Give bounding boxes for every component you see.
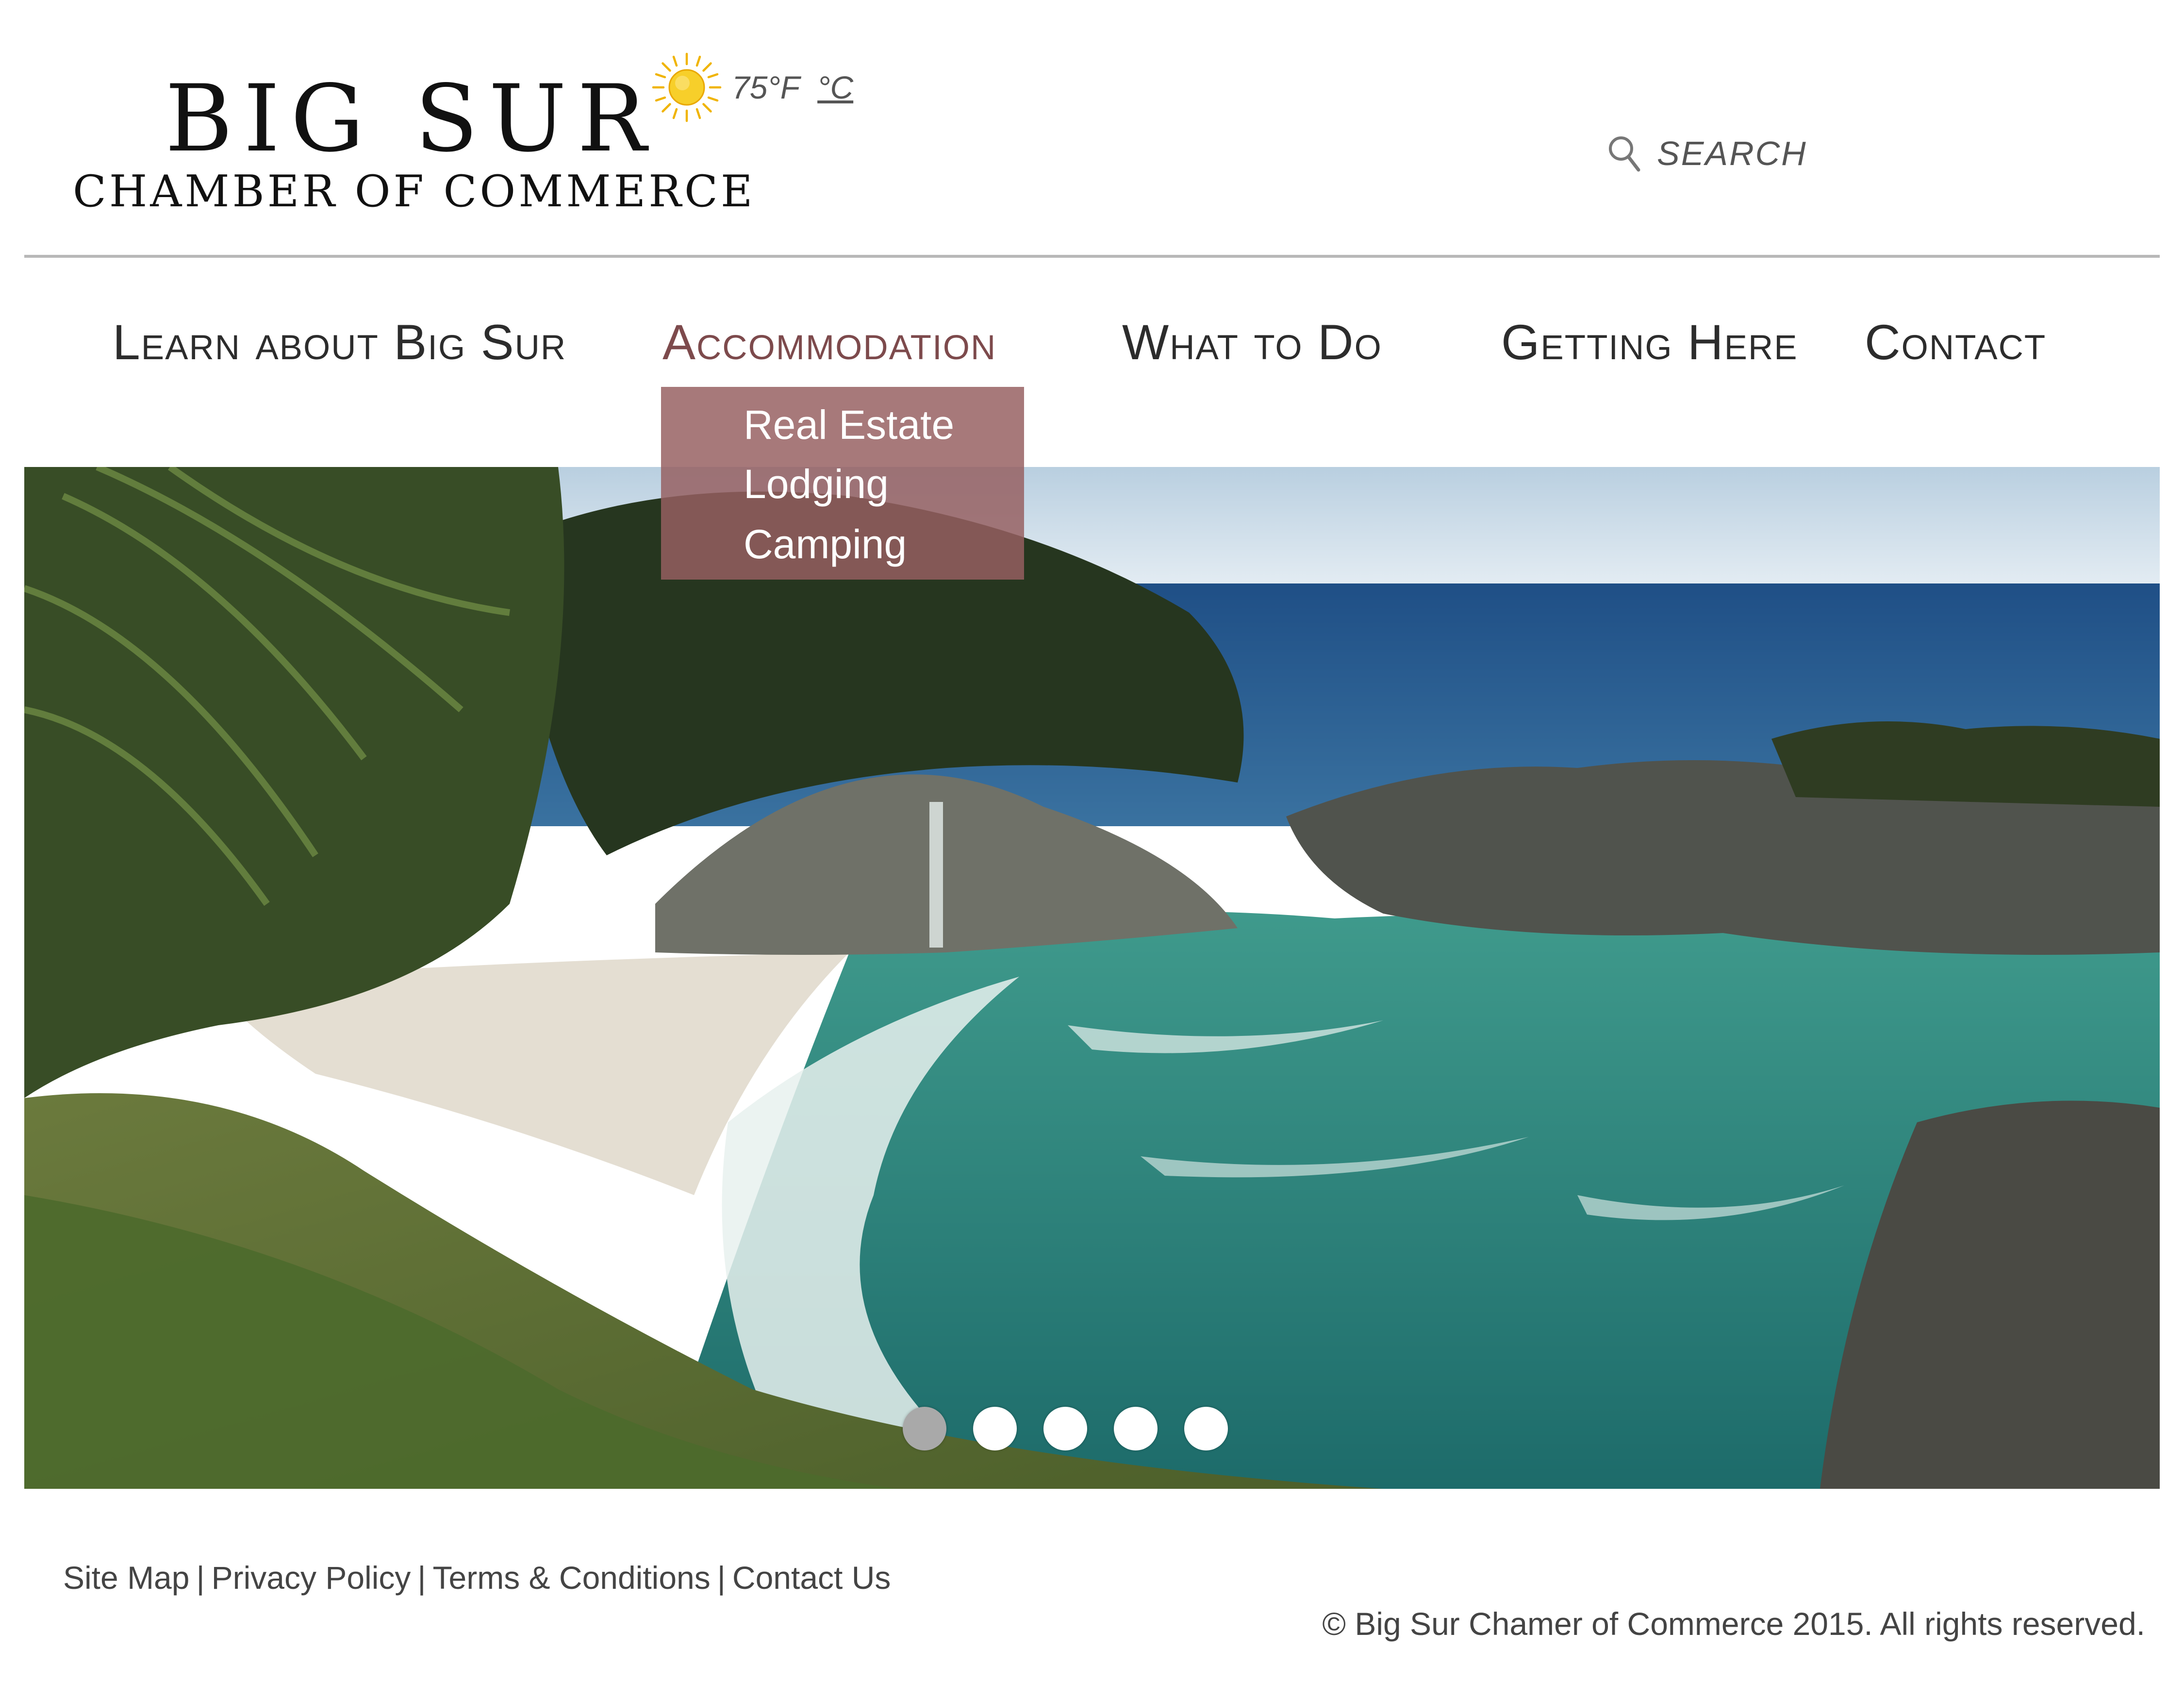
nav-contact[interactable]: Contact (1865, 311, 2046, 374)
celsius-toggle-link[interactable]: °C (817, 69, 853, 106)
footer-separator: | (717, 1560, 726, 1596)
nav-what-to-do[interactable]: What to Do (1122, 311, 1382, 374)
slide-dot-1[interactable] (903, 1406, 946, 1450)
slide-dot-2[interactable] (973, 1406, 1017, 1450)
slide-dot-4[interactable] (1114, 1406, 1158, 1450)
footer-separator: | (417, 1560, 426, 1596)
logo-title: BIG SUR (165, 65, 658, 172)
header-divider (24, 255, 2160, 258)
coastline-photo (24, 467, 2160, 1489)
dropdown-item-real-estate[interactable]: Real Estate (744, 400, 954, 449)
slideshow-pagination (903, 1405, 1255, 1451)
weather-widget: 75°F °C (650, 49, 853, 126)
slide-dot-3[interactable] (1043, 1406, 1087, 1450)
footer-link-contact-us[interactable]: Contact Us (732, 1560, 891, 1596)
copyright-notice: © Big Sur Chamer of Commerce 2015. All r… (1322, 1606, 2145, 1642)
dropdown-item-lodging[interactable]: Lodging (744, 460, 889, 508)
nav-accommodation[interactable]: Accommodation (662, 311, 996, 374)
footer-link-privacy-policy[interactable]: Privacy Policy (212, 1560, 411, 1596)
search-icon[interactable] (1606, 134, 1641, 173)
footer-separator: | (196, 1560, 205, 1596)
search-box[interactable] (1606, 133, 1949, 173)
logo-subtitle: CHAMBER OF COMMERCE (73, 166, 756, 217)
accommodation-dropdown-menu: Real Estate Lodging Camping (661, 387, 1024, 580)
footer-link-terms-conditions[interactable]: Terms & Conditions (433, 1560, 711, 1596)
hero-slideshow-image[interactable] (24, 467, 2160, 1489)
site-logo[interactable]: BIG SUR CHAMBER OF COMMERCE (68, 65, 753, 223)
slide-dot-5[interactable] (1184, 1406, 1228, 1450)
footer-link-site-map[interactable]: Site Map (63, 1560, 189, 1596)
dropdown-item-camping[interactable]: Camping (744, 520, 907, 568)
nav-getting-here[interactable]: Getting Here (1501, 311, 1798, 374)
footer-links: Site Map | Privacy Policy | Terms & Conditio… (63, 1556, 891, 1599)
sun-icon (652, 52, 722, 122)
temperature-value: 75°F (732, 69, 800, 105)
search-input[interactable] (1656, 133, 1949, 173)
nav-learn-about-big-sur[interactable]: Learn about Big Sur (113, 311, 566, 374)
